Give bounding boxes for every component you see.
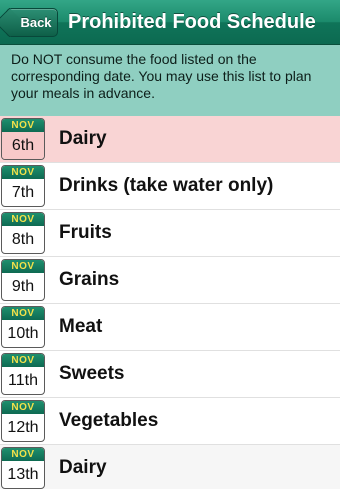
calendar-month: NOV (2, 448, 44, 461)
food-label: Vegetables (59, 410, 159, 431)
food-label: Grains (59, 269, 120, 290)
food-label: Sweets (59, 363, 125, 384)
calendar-month: NOV (2, 213, 44, 226)
schedule-row[interactable]: NOV 12th Vegetables (0, 398, 340, 445)
calendar-month: NOV (2, 401, 44, 414)
back-button[interactable]: Back (6, 8, 58, 37)
calendar-day: 11th (8, 372, 38, 389)
calendar-icon: NOV 11th (1, 353, 45, 395)
calendar-icon: NOV 9th (1, 259, 45, 301)
food-label: Meat (59, 316, 103, 337)
calendar-day: 13th (7, 466, 39, 483)
calendar-month: NOV (2, 119, 44, 132)
food-label: Dairy (59, 457, 107, 478)
page-title: Prohibited Food Schedule (68, 11, 316, 33)
calendar-month: NOV (2, 354, 44, 367)
calendar-icon: NOV 8th (1, 212, 45, 254)
calendar-icon: NOV 7th (1, 165, 45, 207)
calendar-day: 12th (7, 419, 39, 436)
back-button-label: Back (20, 15, 52, 30)
calendar-day: 9th (11, 278, 35, 295)
schedule-row[interactable]: NOV 7th Drinks (take water only) (0, 163, 340, 210)
schedule-row[interactable]: NOV 10th Meat (0, 304, 340, 351)
food-label: Fruits (59, 222, 112, 243)
calendar-month: NOV (2, 307, 44, 320)
calendar-icon: NOV 12th (1, 400, 45, 442)
calendar-day: 7th (11, 184, 35, 201)
schedule-row[interactable]: NOV 13th Dairy (0, 445, 340, 489)
calendar-day: 6th (2, 132, 44, 159)
schedule-row[interactable]: NOV 9th Grains (0, 257, 340, 304)
schedule-row[interactable]: NOV 11th Sweets (0, 351, 340, 398)
calendar-month: NOV (2, 260, 44, 273)
food-label: Dairy (59, 128, 107, 149)
calendar-day: 10th (7, 325, 39, 342)
food-label: Drinks (take water only) (59, 175, 274, 196)
calendar-icon: NOV 6th (1, 118, 45, 160)
schedule-list[interactable]: NOV 6th Dairy NOV 7th Drinks (take water… (0, 116, 340, 489)
schedule-row[interactable]: NOV 6th Dairy (0, 116, 340, 163)
calendar-month: NOV (2, 166, 44, 179)
calendar-day: 8th (11, 231, 35, 248)
calendar-icon: NOV 10th (1, 306, 45, 348)
instructions-banner: Do NOT consume the food listed on the co… (0, 45, 340, 116)
schedule-row[interactable]: NOV 8th Fruits (0, 210, 340, 257)
navigation-bar: Back Prohibited Food Schedule (0, 0, 340, 45)
calendar-icon: NOV 13th (1, 447, 45, 489)
